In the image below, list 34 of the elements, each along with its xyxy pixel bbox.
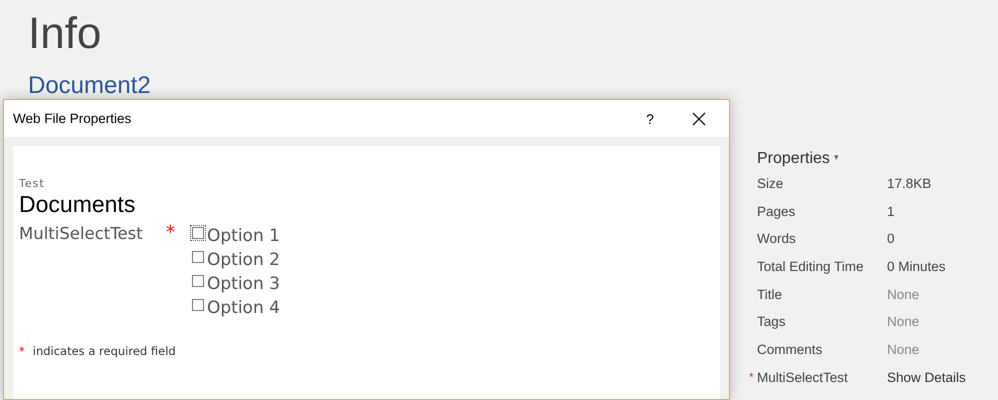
property-label: Comments (757, 342, 824, 358)
library-title: Documents (19, 191, 136, 218)
content-type-label: Test (19, 177, 45, 190)
property-value: 1 (887, 204, 896, 219)
option-label[interactable]: Option 2 (207, 250, 280, 270)
property-label: MultiSelectTest (757, 370, 849, 385)
checkbox[interactable] (192, 299, 204, 311)
page-heading: Info (28, 8, 102, 60)
property-value: 17.8KB (887, 176, 932, 191)
close-icon[interactable] (691, 110, 707, 126)
show-details-link[interactable]: Show Details (887, 370, 998, 385)
option-label[interactable]: Option 3 (207, 274, 280, 294)
document-name: Document2 (28, 72, 151, 100)
option-label[interactable]: Option 1 (207, 226, 280, 246)
property-value: 0 Minutes (887, 259, 947, 274)
footnote-text: indicates a required field (32, 344, 176, 358)
properties-heading[interactable]: Properties (757, 150, 830, 168)
property-label: Size (757, 176, 784, 191)
caret-icon[interactable]: ▾ (834, 152, 839, 162)
property-label: Pages (757, 204, 796, 219)
required-mark: * (166, 222, 176, 243)
property-label: Title (757, 286, 784, 302)
property-label: Total Editing Time (757, 259, 865, 274)
field-label: MultiSelectTest (19, 224, 144, 243)
property-label: Words (757, 231, 797, 246)
help-button[interactable]: ? (641, 110, 659, 126)
required-mark: * (749, 370, 755, 384)
option-label[interactable]: Option 4 (207, 298, 280, 318)
property-value: 0 (887, 231, 896, 246)
dialog-title: Web File Properties (13, 111, 132, 126)
property-label: Tags (757, 314, 787, 330)
required-mark: * (19, 344, 25, 358)
checkbox[interactable] (192, 251, 204, 263)
checkbox[interactable] (192, 275, 204, 287)
